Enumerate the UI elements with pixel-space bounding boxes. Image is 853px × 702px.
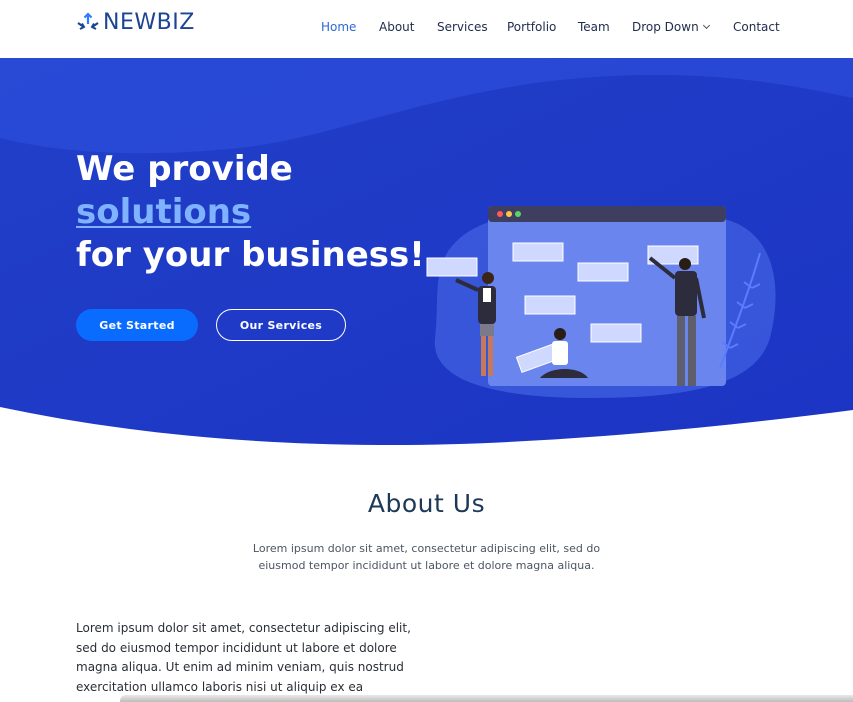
about-body: Lorem ipsum dolor sit amet, consectetur … (76, 621, 411, 702)
window-bottom-edge (120, 695, 853, 702)
about-title: About Us (367, 489, 486, 518)
hero-line-3: for your business! (76, 235, 425, 275)
hero-illustration (426, 206, 776, 398)
nav-about[interactable]: About (379, 20, 414, 34)
site-header: NEWBIZ Home About Services Portfolio Tea… (0, 0, 853, 58)
nav-dropdown[interactable]: Drop Down (632, 20, 710, 34)
hero-line-2-highlight: solutions (76, 192, 252, 232)
hero-line-1: We provide (76, 149, 293, 189)
our-services-button[interactable]: Our Services (216, 309, 346, 341)
nav-team[interactable]: Team (578, 20, 610, 34)
hero-title: We provide solutions for your business! (76, 148, 425, 277)
nav-home[interactable]: Home (321, 20, 356, 34)
main-nav: Home About Services Portfolio Team Drop … (0, 0, 853, 58)
chevron-down-icon (702, 21, 710, 30)
nav-dropdown-label: Drop Down (632, 20, 699, 34)
nav-contact[interactable]: Contact (733, 20, 780, 34)
get-started-button[interactable]: Get Started (76, 309, 198, 341)
nav-services[interactable]: Services (437, 20, 488, 34)
nav-portfolio[interactable]: Portfolio (507, 20, 556, 34)
about-subtitle: Lorem ipsum dolor sit amet, consectetur … (252, 542, 601, 572)
